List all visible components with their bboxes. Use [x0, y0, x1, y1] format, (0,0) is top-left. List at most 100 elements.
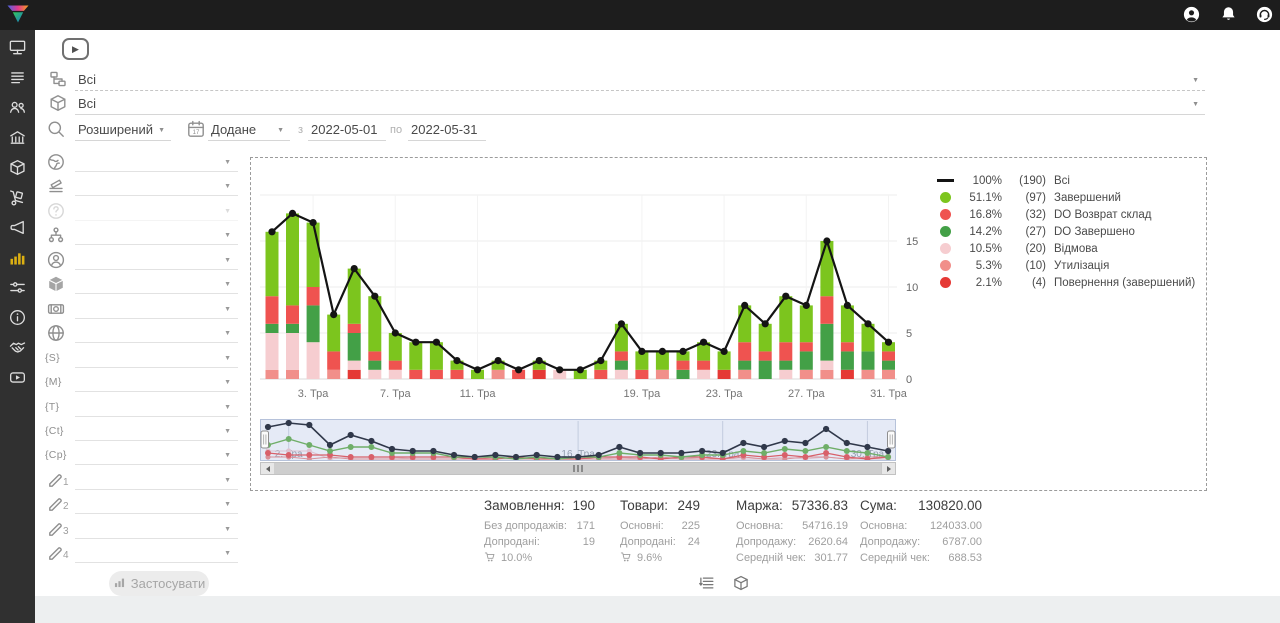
- svg-text:19. Тра: 19. Тра: [624, 388, 662, 400]
- cube-select[interactable]: [75, 275, 238, 294]
- date-field-select[interactable]: Додане ▼: [208, 119, 290, 141]
- legend-item[interactable]: 14.2%(27)DO Завершено: [936, 223, 1195, 240]
- search-mode-select[interactable]: Розширений ▼: [75, 119, 171, 141]
- earth-select[interactable]: [75, 153, 238, 172]
- chevron-down-icon: ▼: [224, 379, 231, 386]
- product-value: Всі: [78, 96, 96, 111]
- tag-s-select[interactable]: [75, 349, 238, 368]
- sidebar-item-marketing[interactable]: [0, 212, 35, 242]
- sidebar-item-products[interactable]: [0, 152, 35, 182]
- upsell-percent: 9.6%: [620, 551, 700, 564]
- mini-chart-icon: [113, 576, 126, 592]
- stat-column: Маржа:57336.83Основна:54716.19Допродажу:…: [736, 498, 848, 566]
- funnel-value: Всі: [78, 72, 96, 87]
- filter-row-sitemap: ▼: [44, 224, 240, 248]
- layers-icon: [46, 176, 66, 196]
- sidebar-item-info[interactable]: [0, 302, 35, 332]
- note-1-icon: 1: [46, 470, 66, 490]
- tag-cp-select[interactable]: [75, 446, 238, 465]
- note-1-select[interactable]: [75, 471, 238, 490]
- sidebar-item-desktop[interactable]: [0, 32, 35, 62]
- orders-list-toggle[interactable]: [698, 574, 716, 592]
- note-3-select[interactable]: [75, 520, 238, 539]
- notifications-icon[interactable]: [1219, 5, 1238, 24]
- legend-item[interactable]: 100%(190)Всі: [936, 172, 1195, 189]
- chart-scrollbar[interactable]: [260, 462, 896, 475]
- filter-row-layers: ▼: [44, 175, 240, 199]
- tag-ct-select[interactable]: [75, 422, 238, 441]
- sitemap-select[interactable]: [75, 226, 238, 245]
- legend-count: (10): [1004, 260, 1046, 272]
- dot-swatch-icon: [940, 209, 951, 220]
- question-icon: [46, 201, 66, 221]
- product-select[interactable]: Всі ▼: [75, 93, 1205, 115]
- sidebar-item-partners[interactable]: [0, 332, 35, 362]
- account-icon[interactable]: [1182, 5, 1201, 24]
- chevron-down-icon: ▼: [224, 501, 231, 508]
- web-select[interactable]: [75, 324, 238, 343]
- navigator-left-handle[interactable]: [261, 431, 269, 448]
- line-swatch-icon: [937, 179, 954, 182]
- legend-percent: 5.3%: [960, 260, 1002, 272]
- sidebar-item-statistics[interactable]: [0, 242, 35, 272]
- apply-button[interactable]: Застосувати: [109, 571, 209, 596]
- date-to-input[interactable]: 2022-05-31: [408, 119, 486, 141]
- sidebar-item-clients[interactable]: [0, 92, 35, 122]
- chevron-down-icon: ▼: [277, 127, 284, 134]
- legend-percent: 16.8%: [960, 209, 1002, 221]
- legend-label: Утилізація: [1054, 260, 1109, 272]
- sidebar-item-logistics[interactable]: [0, 182, 35, 212]
- navigator-right-handle[interactable]: [888, 431, 896, 448]
- stat-row: Допродажу:2620.64: [736, 534, 848, 550]
- apply-label: Застосувати: [131, 576, 206, 591]
- question-select[interactable]: [75, 202, 238, 221]
- legend-item[interactable]: 51.1%(97)Завершений: [936, 189, 1195, 206]
- filter-row-earth: ▼: [44, 151, 240, 175]
- layers-select[interactable]: [75, 177, 238, 196]
- chevron-down-icon: ▼: [224, 526, 231, 533]
- calendar-icon: 17: [186, 119, 206, 139]
- chart-range-navigator[interactable]: 2. Тра16. Тра23. Тра30. Тра: [260, 419, 896, 461]
- sidebar-item-store[interactable]: [0, 122, 35, 152]
- legend-label: Завершений: [1054, 192, 1121, 204]
- date-from-input[interactable]: 2022-05-01: [308, 119, 386, 141]
- stat-row: Основні:225: [620, 518, 700, 534]
- note-3-icon: 3: [46, 519, 66, 539]
- sidebar-item-orders[interactable]: [0, 62, 35, 92]
- legend-label: Повернення (завершений): [1054, 277, 1195, 289]
- tag-t-select[interactable]: [75, 398, 238, 417]
- video-help-button[interactable]: ▶: [62, 38, 89, 60]
- legend-item[interactable]: 5.3%(10) Утилізація: [936, 257, 1195, 274]
- products-toggle[interactable]: [732, 574, 750, 592]
- sidebar-item-video[interactable]: [0, 362, 35, 392]
- app-logo-icon[interactable]: [5, 2, 31, 28]
- payment-select[interactable]: [75, 300, 238, 319]
- note-4-select[interactable]: [75, 544, 238, 563]
- legend-percent: 10.5%: [960, 243, 1002, 255]
- scroll-right-button[interactable]: [881, 463, 895, 474]
- sidebar-item-automation[interactable]: [0, 272, 35, 302]
- scroll-thumb[interactable]: [274, 463, 882, 474]
- scroll-left-button[interactable]: [261, 463, 275, 474]
- svg-text:3. Тра: 3. Тра: [298, 388, 329, 400]
- funnel-select[interactable]: Всі ▼: [75, 69, 1205, 91]
- legend-item[interactable]: 2.1%(4)Повернення (завершений): [936, 274, 1195, 291]
- stat-row: Без допродажів:171: [484, 518, 595, 534]
- topbar: [0, 0, 1280, 30]
- note-2-icon: 2: [46, 494, 66, 514]
- chevron-down-icon: ▼: [1192, 101, 1199, 108]
- analytics-dashboard: ▶ Всі ▼ Всі ▼ Розширений ▼ 17 Додане ▼ з…: [0, 0, 1280, 623]
- to-label: по: [390, 124, 402, 136]
- chevron-down-icon: ▼: [224, 550, 231, 557]
- tag-m-select[interactable]: [75, 373, 238, 392]
- operator-select[interactable]: [75, 251, 238, 270]
- upsell-percent: 10.0%: [484, 551, 595, 564]
- filter-row-tag-m: {M}▼: [44, 371, 240, 395]
- legend-item[interactable]: 16.8%(32)DO Возврат склад: [936, 206, 1195, 223]
- dot-swatch-icon: [940, 277, 951, 288]
- note-2-select[interactable]: [75, 495, 238, 514]
- legend-item[interactable]: 10.5%(20)Відмова: [936, 240, 1195, 257]
- stat-column: Сума:130820.00Основна:124033.00Допродажу…: [860, 498, 982, 566]
- tag-ct-icon: {Ct}: [45, 425, 65, 445]
- support-icon[interactable]: [1255, 5, 1274, 24]
